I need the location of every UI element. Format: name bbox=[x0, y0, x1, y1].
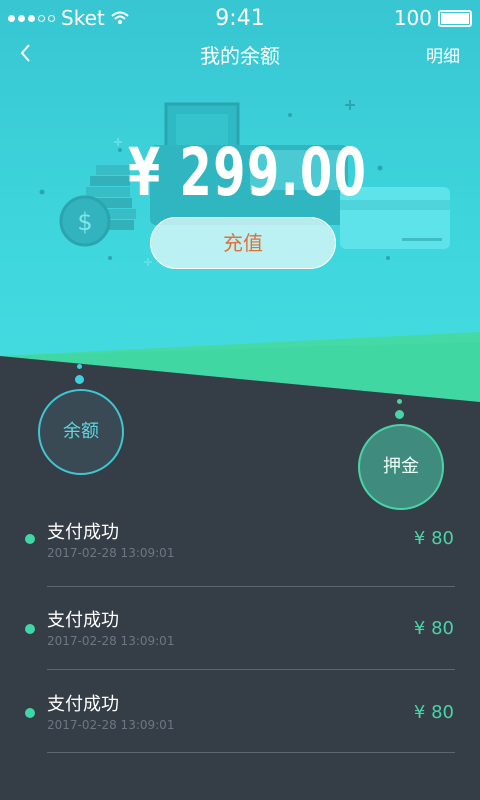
tab-deposit[interactable]: 押金 bbox=[358, 424, 444, 510]
list-item[interactable]: 支付成功 2017-02-28 13:09:01 ¥ 80 bbox=[0, 600, 480, 680]
battery-percent: 100 bbox=[393, 6, 432, 30]
transaction-title: 支付成功 bbox=[47, 610, 119, 631]
transaction-amount: ¥ 80 bbox=[413, 618, 454, 639]
status-dot bbox=[25, 708, 35, 718]
status-dot bbox=[25, 534, 35, 544]
nav-bar: 我的余额 明细 bbox=[0, 36, 480, 72]
bubble-dot bbox=[395, 410, 404, 419]
bubble-dot bbox=[77, 364, 82, 369]
transaction-time: 2017-02-28 13:09:01 bbox=[47, 718, 175, 732]
divider bbox=[47, 752, 455, 753]
transaction-amount: ¥ 80 bbox=[413, 528, 454, 549]
status-dot bbox=[25, 624, 35, 634]
transaction-title: 支付成功 bbox=[47, 522, 119, 543]
bubble-dot bbox=[397, 399, 402, 404]
list-item[interactable]: 支付成功 2017-02-28 13:09:01 ¥ 80 bbox=[0, 510, 480, 590]
tab-balance[interactable]: 余额 bbox=[38, 389, 124, 475]
divider bbox=[47, 669, 455, 670]
transaction-amount: ¥ 80 bbox=[413, 702, 454, 723]
transaction-title: 支付成功 bbox=[47, 694, 119, 715]
list-item[interactable]: 支付成功 2017-02-28 13:09:01 ¥ 80 bbox=[0, 684, 480, 764]
bubble-dot bbox=[75, 375, 84, 384]
details-link[interactable]: 明细 bbox=[426, 42, 460, 67]
transaction-time: 2017-02-28 13:09:01 bbox=[47, 546, 175, 560]
divider bbox=[47, 586, 455, 587]
battery-icon bbox=[438, 9, 472, 27]
transaction-time: 2017-02-28 13:09:01 bbox=[47, 634, 175, 648]
page-title: 我的余额 bbox=[200, 44, 280, 68]
status-bar: Sket 9:41 100 bbox=[0, 0, 480, 36]
